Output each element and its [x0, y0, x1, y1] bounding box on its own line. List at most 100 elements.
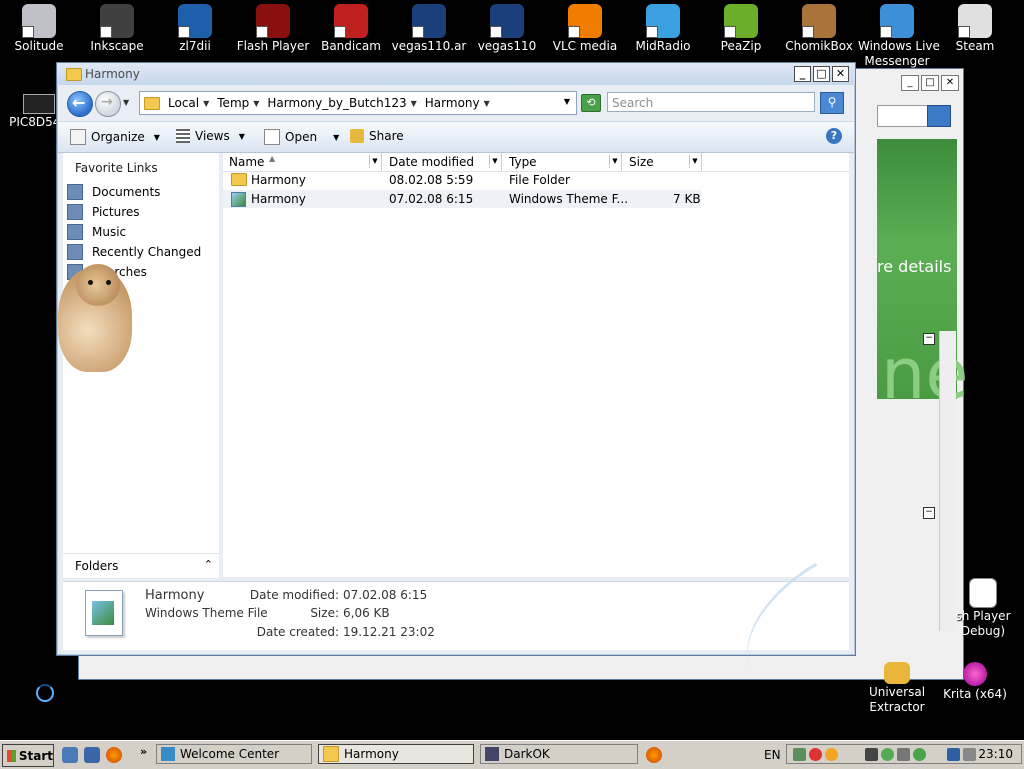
- volume-icon[interactable]: [963, 748, 976, 761]
- update-icon[interactable]: [913, 748, 926, 761]
- details-label: Date created:: [256, 625, 339, 639]
- desktop-icon-flash-player[interactable]: Flash Player: [234, 4, 312, 54]
- help-icon[interactable]: ?: [826, 128, 842, 144]
- start-button[interactable]: Start: [2, 744, 54, 767]
- desktop-icon-midradio[interactable]: MidRadio: [624, 4, 702, 54]
- flash-player-icon: [256, 4, 290, 38]
- column-header-name[interactable]: Name ▲ ▼: [223, 153, 382, 171]
- desktop-icon-inkscape[interactable]: Inkscape: [78, 4, 156, 54]
- breadcrumb-temp[interactable]: Temp: [217, 96, 249, 110]
- desktop-icon-vlc-media[interactable]: VLC media: [546, 4, 624, 54]
- column-header-type[interactable]: Type ▼: [503, 153, 622, 171]
- forward-button[interactable]: [95, 91, 121, 117]
- column-header-date-modified[interactable]: Date modified ▼: [383, 153, 502, 171]
- taskbar-item-harmony[interactable]: Harmony: [318, 744, 474, 764]
- chevron-down-icon[interactable]: ▼: [609, 155, 620, 168]
- desktop-icon-windows-live[interactable]: Windows Live Messenger: [858, 4, 940, 69]
- desktop-icon-flash-player-debug[interactable]: sh Player Debug): [944, 578, 1022, 639]
- address-dropdown-icon[interactable]: ▼: [564, 97, 570, 106]
- sort-ascending-icon: ▲: [269, 154, 276, 163]
- share-button[interactable]: Share: [350, 129, 404, 143]
- messenger-icon[interactable]: [881, 748, 894, 761]
- maximize-button[interactable]: □: [813, 66, 830, 82]
- desktop-icon-vegas110[interactable]: vegas110: [468, 4, 546, 54]
- taskbar-item-darkok[interactable]: DarkOK: [480, 744, 638, 764]
- nav-item-documents[interactable]: Documents: [67, 183, 160, 201]
- shortcut-arrow-icon: [178, 26, 190, 38]
- open-button[interactable]: Open ▼: [264, 129, 339, 145]
- close-button[interactable]: ✕: [832, 66, 849, 82]
- taskbar-item-welcome-center[interactable]: Welcome Center: [156, 744, 312, 764]
- desktop-icon-universal-extractor[interactable]: Universal Extractor: [858, 662, 936, 715]
- chevron-down-icon[interactable]: ▼: [203, 99, 209, 108]
- shortcut-arrow-icon: [412, 26, 424, 38]
- nav-item-music[interactable]: Music: [67, 223, 126, 241]
- command-bar: Organize ▼ Views ▼ Open ▼ Share ?: [58, 121, 854, 153]
- file-name: Harmony: [251, 192, 306, 206]
- connection-icon[interactable]: [947, 748, 960, 761]
- search-icon[interactable]: [927, 105, 951, 127]
- back-button[interactable]: [67, 91, 93, 117]
- desktop-icon-steam[interactable]: Steam: [936, 4, 1014, 54]
- zl7dii-icon: [178, 4, 212, 38]
- organize-button[interactable]: Organize ▼: [70, 129, 160, 145]
- minimize-button[interactable]: _: [794, 66, 811, 82]
- desktop-icon-chomikbox[interactable]: ChomikBox: [780, 4, 858, 54]
- minimize-button[interactable]: _: [901, 75, 919, 91]
- desktop-icon-vegas110-ar[interactable]: vegas110.ar: [390, 4, 468, 54]
- folder-icon: [66, 68, 82, 81]
- theme-file-icon: [85, 590, 123, 636]
- refresh-button[interactable]: ⟲: [581, 94, 601, 112]
- chevron-down-icon[interactable]: ▼: [484, 99, 490, 108]
- collapse-icon[interactable]: −: [923, 507, 935, 519]
- recent-pages-dropdown-icon[interactable]: ▼: [123, 98, 129, 107]
- details-date-created: 19.12.21 23:02: [343, 625, 435, 639]
- gmail-notifier-icon[interactable]: [825, 748, 838, 761]
- breadcrumb-local[interactable]: Local: [168, 96, 199, 110]
- explorer-window: Harmony _ □ ✕ ▼ Local ▼ Temp ▼ Harmony_by_…: [56, 62, 856, 673]
- nav-item-recently-changed[interactable]: Recently Changed: [67, 243, 201, 261]
- show-desktop-icon[interactable]: [62, 747, 78, 763]
- nav-item-pictures[interactable]: Pictures: [67, 203, 140, 221]
- display-icon[interactable]: [865, 748, 878, 761]
- music-icon: [67, 224, 83, 240]
- clock[interactable]: 23:10: [978, 747, 1013, 761]
- chevron-down-icon[interactable]: ▼: [411, 99, 417, 108]
- search-icon[interactable]: ⚲: [820, 92, 844, 114]
- chevron-down-icon[interactable]: ▼: [369, 155, 380, 168]
- search-input[interactable]: Search: [607, 92, 815, 112]
- breadcrumb[interactable]: Local ▼ Temp ▼ Harmony_by_Butch123 ▼ Harmon…: [139, 91, 577, 115]
- desktop-icon-krita[interactable]: Krita (x64): [936, 662, 1014, 702]
- column-header-size[interactable]: Size ▼: [623, 153, 702, 171]
- device-icon[interactable]: [897, 748, 910, 761]
- desktop-icon-solitude[interactable]: Solitude: [0, 4, 78, 54]
- maximize-button[interactable]: □: [921, 75, 939, 91]
- chevron-down-icon[interactable]: ▼: [489, 155, 500, 168]
- collapse-icon[interactable]: −: [923, 333, 935, 345]
- switch-windows-icon[interactable]: [84, 747, 100, 763]
- breadcrumb-harmony[interactable]: Harmony: [425, 96, 480, 110]
- network-icon[interactable]: [793, 748, 806, 761]
- antivirus-icon[interactable]: [809, 748, 822, 761]
- firefox-icon[interactable]: [106, 747, 122, 763]
- quick-launch-overflow-icon[interactable]: »: [140, 745, 147, 758]
- chevron-down-icon[interactable]: ▼: [689, 155, 700, 168]
- breadcrumb-harmony-by-butch123[interactable]: Harmony_by_Butch123: [267, 96, 406, 110]
- hamster-desktop-pet[interactable]: [58, 264, 132, 372]
- background-search-input[interactable]: [877, 105, 931, 127]
- window-title: Harmony: [85, 67, 140, 81]
- table-row[interactable]: Harmony 08.02.08 5:59 File Folder: [223, 171, 701, 189]
- title-bar[interactable]: Harmony _ □ ✕: [57, 63, 855, 85]
- table-row[interactable]: Harmony 07.02.08 6:15 Windows Theme F...…: [223, 190, 701, 208]
- views-button[interactable]: Views ▼: [176, 129, 245, 143]
- desktop-icon-peazip[interactable]: PeaZip: [702, 4, 780, 54]
- desktop-icon-zl7dii[interactable]: zl7dii: [156, 4, 234, 54]
- firefox-icon[interactable]: [646, 747, 662, 763]
- chevron-down-icon[interactable]: ▼: [253, 99, 259, 108]
- shortcut-arrow-icon: [568, 26, 580, 38]
- close-button[interactable]: ✕: [941, 75, 959, 91]
- folders-toggle[interactable]: Folders ⌃: [63, 553, 219, 578]
- shortcut-arrow-icon: [646, 26, 658, 38]
- desktop-icon-bandicam[interactable]: Bandicam: [312, 4, 390, 54]
- language-indicator[interactable]: EN: [764, 748, 781, 762]
